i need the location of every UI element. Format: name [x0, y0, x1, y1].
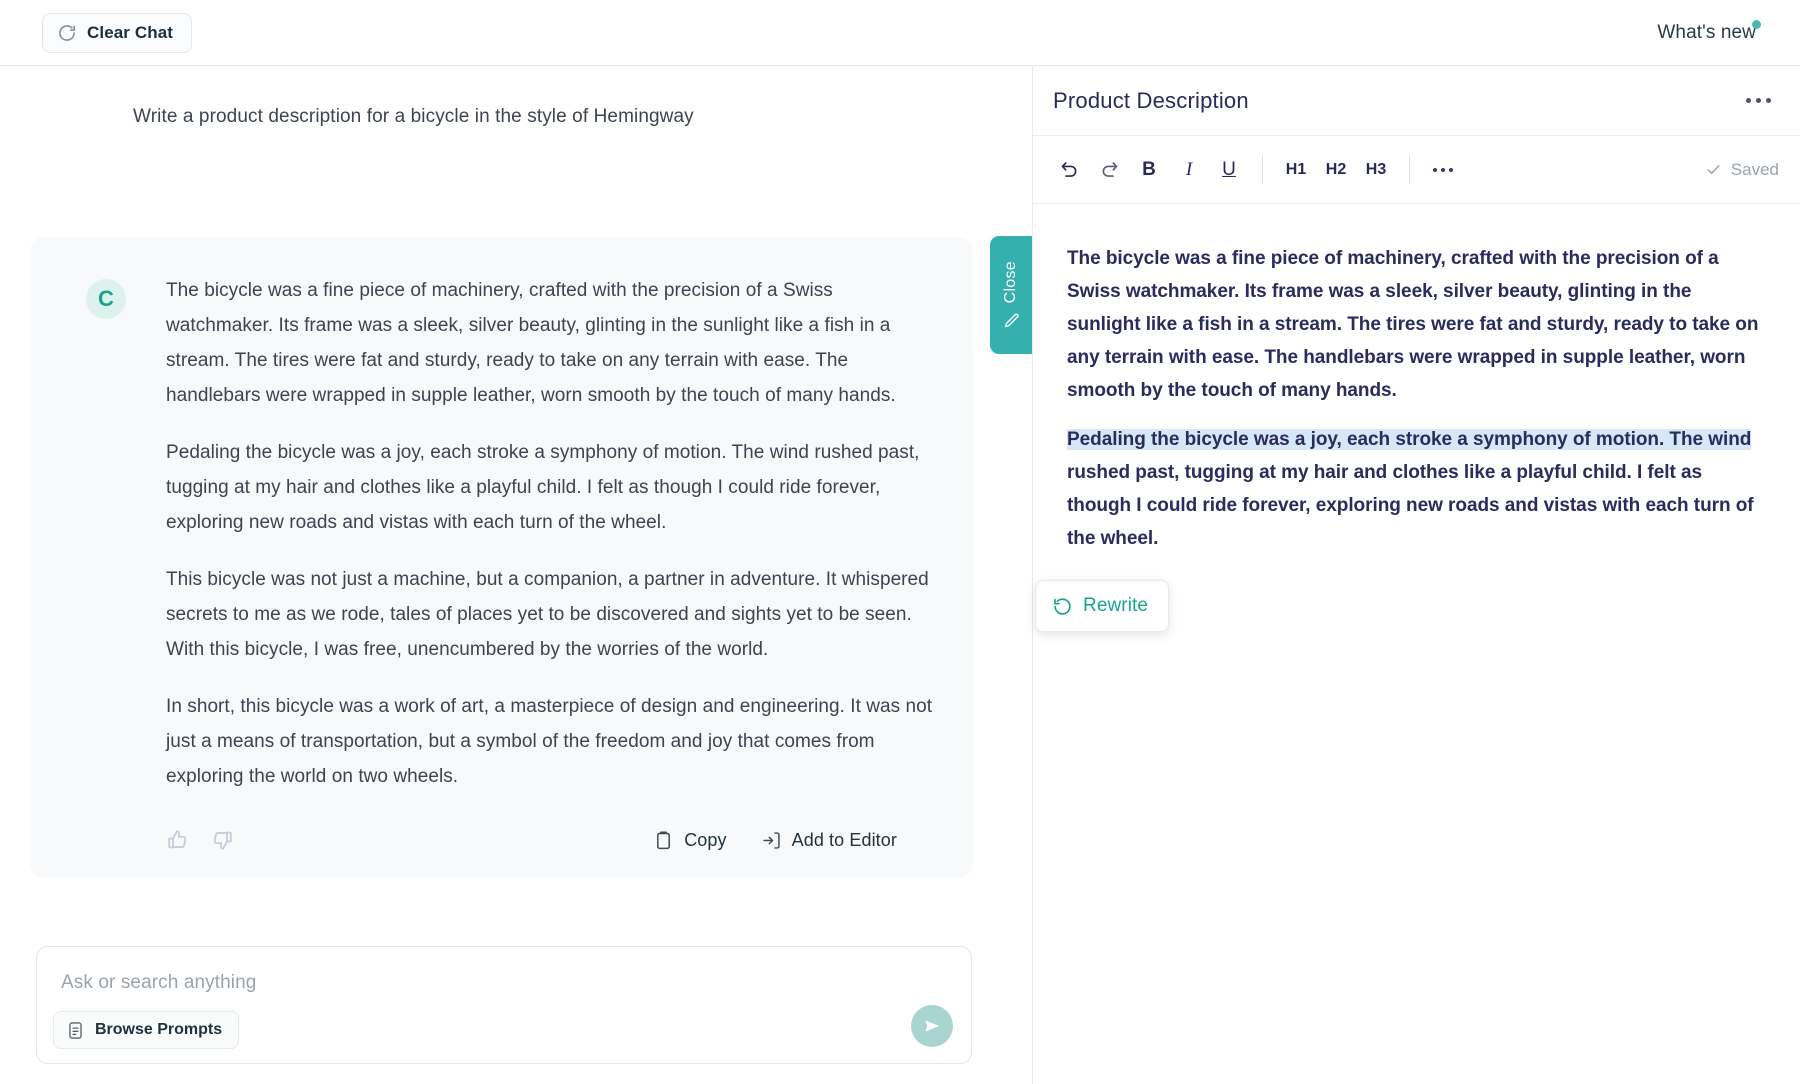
editor-pane: Product Description B I U H1 H2 H3 Saved… [1032, 66, 1800, 1084]
prompt-list-icon [66, 1021, 85, 1040]
close-editor-tab[interactable]: Close [990, 236, 1032, 354]
more-formatting-icon[interactable] [1423, 150, 1463, 190]
redo-icon[interactable] [1089, 150, 1129, 190]
clear-chat-label: Clear Chat [87, 22, 174, 42]
underline-button[interactable]: U [1209, 150, 1249, 190]
editor-paragraph-text: The bicycle was a fine piece of machiner… [1067, 248, 1759, 401]
top-bar: Clear Chat What's new [0, 0, 1800, 66]
browse-prompts-label: Browse Prompts [95, 1021, 223, 1038]
undo-icon[interactable] [1049, 150, 1089, 190]
clipboard-icon [653, 830, 674, 851]
bold-label: B [1142, 158, 1156, 180]
composer[interactable]: Ask or search anything Browse Prompts [36, 946, 972, 1064]
assistant-paragraph: The bicycle was a fine piece of machiner… [166, 280, 896, 406]
bold-button[interactable]: B [1129, 150, 1169, 190]
copy-button[interactable]: Copy [653, 829, 727, 851]
saved-label: Saved [1730, 159, 1779, 179]
avatar-letter: C [98, 286, 114, 311]
italic-button[interactable]: I [1169, 150, 1209, 190]
dot [1449, 167, 1453, 172]
more-options-icon[interactable] [1738, 90, 1779, 111]
assistant-paragraph: In short, this bicycle was a work of art… [166, 696, 933, 787]
page-title: Product Description [1053, 87, 1249, 113]
h2-label: H2 [1325, 160, 1347, 178]
editor-paragraph[interactable]: Pedaling the bicycle was a joy, each str… [1067, 423, 1767, 555]
dots [1433, 167, 1453, 172]
selected-text[interactable]: Pedaling the bicycle was a joy, each str… [1067, 429, 1751, 450]
whats-new-label: What's new [1657, 21, 1756, 43]
pen-edit-icon [1003, 312, 1020, 329]
rewrite-label: Rewrite [1083, 595, 1149, 616]
main-area: Write a product description for a bicycl… [0, 66, 1800, 1084]
toolbar-divider [1262, 155, 1263, 184]
thumbs-down-icon[interactable] [210, 828, 234, 852]
dot [1433, 167, 1437, 172]
add-to-editor-icon [761, 830, 782, 851]
clear-chat-button[interactable]: Clear Chat [42, 12, 193, 53]
assistant-message-body: The bicycle was a fine piece of machiner… [166, 273, 935, 794]
rewrite-refresh-icon [1052, 596, 1073, 617]
dot [1746, 98, 1751, 103]
copy-label: Copy [684, 829, 727, 850]
status-badge: Saved [1705, 160, 1779, 180]
editor-header: Product Description [1033, 66, 1800, 136]
dot [1441, 167, 1445, 172]
editor-paragraph[interactable]: The bicycle was a fine piece of machiner… [1067, 242, 1767, 407]
send-icon [922, 1016, 942, 1036]
dot [1766, 98, 1771, 103]
dot [1756, 98, 1761, 103]
search-input-placeholder[interactable]: Ask or search anything [61, 972, 256, 994]
whats-new-badge-dot [1752, 19, 1761, 29]
assistant-paragraph: This bicycle was not just a machine, but… [166, 569, 929, 660]
italic-label: I [1185, 158, 1193, 180]
whats-new-button[interactable]: What's new [1657, 19, 1761, 44]
toolbar-divider [1409, 155, 1410, 184]
assistant-message-card: C The bicycle was a fine piece of machin… [30, 237, 973, 878]
browse-prompts-button[interactable]: Browse Prompts [53, 1011, 240, 1049]
heading-2-button[interactable]: H2 [1316, 150, 1356, 190]
thumbs-up-icon[interactable] [166, 828, 190, 852]
assistant-paragraph: Pedaling the bicycle was a joy, each str… [166, 442, 920, 533]
editor-toolbar: B I U H1 H2 H3 Saved [1033, 136, 1800, 204]
add-to-editor-label: Add to Editor [791, 829, 897, 850]
close-tab-label: Close [1002, 261, 1019, 304]
h1-label: H1 [1285, 160, 1307, 178]
chat-pane: Write a product description for a bicycl… [0, 66, 1032, 1084]
editor-content[interactable]: The bicycle was a fine piece of machiner… [1033, 204, 1800, 1084]
send-button[interactable] [911, 1005, 953, 1047]
avatar: C [86, 279, 126, 319]
user-prompt-text: Write a product description for a bicycl… [133, 106, 694, 127]
add-to-editor-button[interactable]: Add to Editor [761, 830, 897, 851]
assistant-message-actions: Copy Add to Editor [68, 828, 935, 852]
check-icon [1705, 161, 1722, 178]
h3-label: H3 [1365, 160, 1387, 178]
heading-1-button[interactable]: H1 [1276, 150, 1316, 190]
editor-paragraph-text: rushed past, tugging at my hair and clot… [1067, 462, 1754, 549]
underline-label: U [1222, 158, 1236, 180]
refresh-icon [57, 23, 77, 43]
rewrite-popup-button[interactable]: Rewrite [1035, 580, 1170, 632]
heading-3-button[interactable]: H3 [1356, 150, 1396, 190]
